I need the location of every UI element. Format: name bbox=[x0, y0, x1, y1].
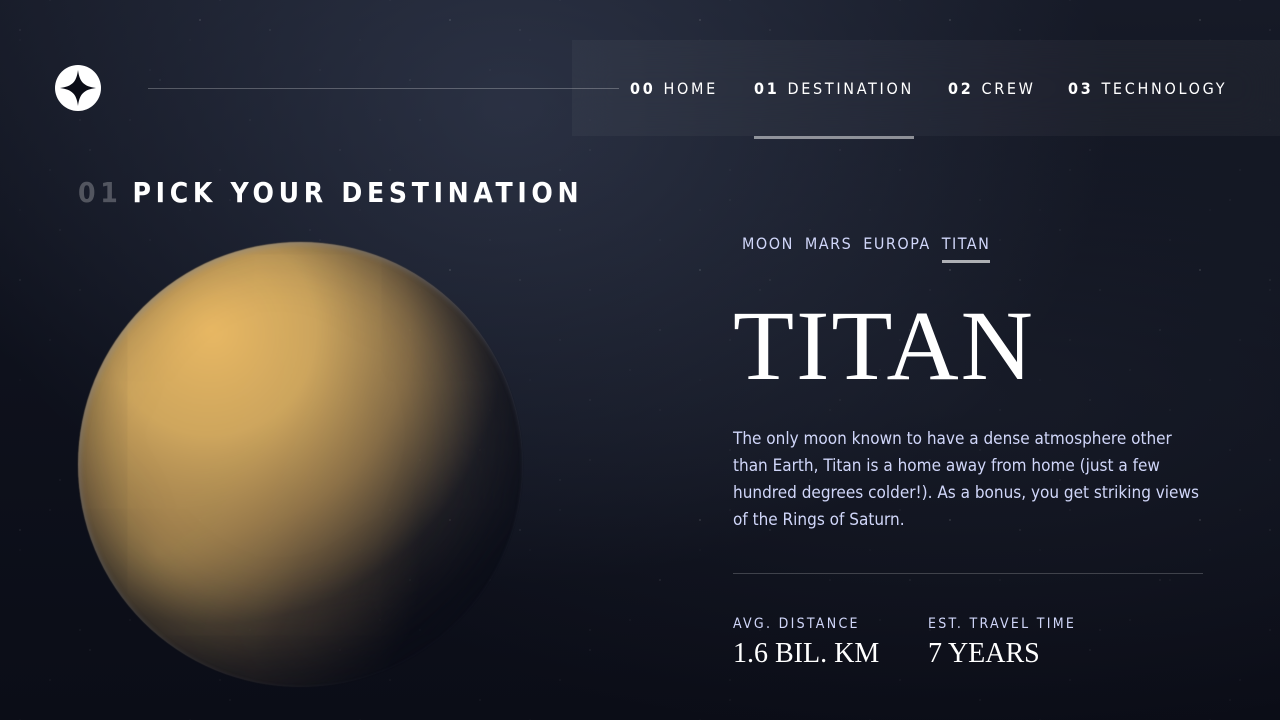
nav-item-crew[interactable]: 02 CREW bbox=[948, 40, 1036, 136]
destination-description: The only moon known to have a dense atmo… bbox=[733, 429, 1199, 530]
tab-mars[interactable]: MARS bbox=[805, 234, 852, 263]
destination-tabs: MOON MARS EUROPA TITAN bbox=[742, 234, 991, 263]
page-title-text: PICK YOUR DESTINATION bbox=[132, 176, 584, 209]
nav-item-label: DESTINATION bbox=[787, 78, 914, 98]
nav-item-home[interactable]: 00 HOME bbox=[630, 40, 718, 136]
tab-moon[interactable]: MOON bbox=[742, 234, 794, 263]
planet-rim-light bbox=[78, 242, 523, 687]
nav-item-technology[interactable]: 03 TECHNOLOGY bbox=[1068, 40, 1227, 136]
stat-travel-value: 7 YEARS bbox=[928, 638, 1040, 669]
nav-item-label: CREW bbox=[981, 78, 1036, 98]
stat-distance-value: 1.6 BIL. KM bbox=[733, 638, 880, 669]
destination-name: TITAN bbox=[733, 290, 1035, 401]
page-title-number: 01 bbox=[78, 176, 123, 209]
nav-item-label: HOME bbox=[663, 78, 718, 98]
nav-item-number: 00 bbox=[630, 78, 656, 98]
nav-item-label: TECHNOLOGY bbox=[1101, 78, 1228, 98]
page-title: 01 PICK YOUR DESTINATION bbox=[78, 176, 583, 209]
nav-item-number: 01 bbox=[754, 78, 780, 98]
nav-item-number: 03 bbox=[1068, 78, 1094, 98]
nav-item-destination[interactable]: 01 DESTINATION bbox=[754, 40, 914, 139]
stat-travel-time: EST. TRAVEL TIME 7 YEARS bbox=[928, 616, 1076, 670]
stat-distance: AVG. DISTANCE 1.6 BIL. KM bbox=[733, 616, 879, 670]
four-point-star-icon bbox=[60, 70, 96, 106]
stat-distance-label: AVG. DISTANCE bbox=[733, 616, 860, 632]
header-divider-line bbox=[148, 88, 619, 89]
stats-divider bbox=[733, 573, 1203, 574]
logo-home-link[interactable] bbox=[55, 65, 101, 111]
tab-titan[interactable]: TITAN bbox=[941, 234, 991, 263]
stat-travel-label: EST. TRAVEL TIME bbox=[928, 616, 1077, 632]
tab-europa[interactable]: EUROPA bbox=[863, 234, 930, 263]
nav-item-number: 02 bbox=[948, 78, 974, 98]
